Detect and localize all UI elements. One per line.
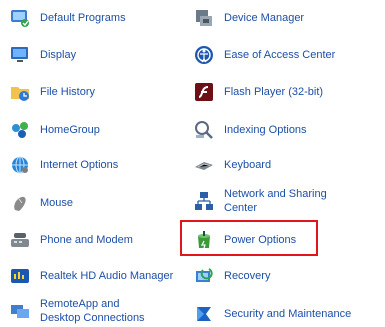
phone-modem-icon bbox=[10, 230, 30, 250]
item-security-maintenance[interactable]: Security and Maintenance bbox=[194, 304, 351, 324]
item-label: Device Manager bbox=[224, 12, 305, 24]
item-label: HomeGroup bbox=[40, 124, 100, 136]
item-label: Display bbox=[40, 49, 77, 61]
item-display[interactable]: Display bbox=[10, 45, 76, 65]
default-programs-icon bbox=[10, 8, 30, 28]
display-icon bbox=[10, 45, 30, 65]
item-ease-of-access[interactable]: Ease of Access Center bbox=[194, 45, 335, 65]
item-label: Indexing Options bbox=[224, 124, 307, 136]
flash-player-icon bbox=[194, 82, 214, 102]
item-label: RemoteApp and Desktop Connections bbox=[40, 298, 145, 324]
item-realtek-audio[interactable]: Realtek HD Audio Manager bbox=[10, 266, 173, 286]
item-internet-options[interactable]: Internet Options bbox=[10, 155, 118, 175]
file-history-icon bbox=[10, 82, 30, 102]
item-label: Network and Sharing Center bbox=[224, 188, 327, 214]
item-file-history[interactable]: File History bbox=[10, 82, 95, 102]
item-label: Recovery bbox=[224, 270, 271, 282]
highlight-box bbox=[180, 220, 318, 256]
item-label: Keyboard bbox=[224, 159, 272, 171]
security-maintenance-icon bbox=[194, 304, 214, 324]
mouse-icon bbox=[10, 193, 30, 213]
item-remoteapp[interactable]: RemoteApp and Desktop Connections bbox=[10, 297, 150, 325]
item-label: File History bbox=[40, 86, 96, 98]
indexing-options-icon bbox=[194, 120, 214, 140]
item-label: Realtek HD Audio Manager bbox=[40, 270, 174, 282]
internet-options-icon bbox=[10, 155, 30, 175]
homegroup-icon bbox=[10, 120, 30, 140]
item-label: Ease of Access Center bbox=[224, 49, 336, 61]
item-phone-modem[interactable]: Phone and Modem bbox=[10, 230, 133, 250]
realtek-audio-icon bbox=[10, 266, 30, 286]
keyboard-icon bbox=[194, 155, 214, 175]
item-homegroup[interactable]: HomeGroup bbox=[10, 120, 100, 140]
item-label: Internet Options bbox=[40, 159, 119, 171]
item-device-manager[interactable]: Device Manager bbox=[194, 8, 304, 28]
item-mouse[interactable]: Mouse bbox=[10, 193, 73, 213]
item-default-programs[interactable]: Default Programs bbox=[10, 8, 126, 28]
item-recovery[interactable]: Recovery bbox=[194, 266, 270, 286]
item-label: Phone and Modem bbox=[40, 234, 133, 246]
item-flash-player[interactable]: Flash Player (32-bit) bbox=[194, 82, 323, 102]
item-label: Security and Maintenance bbox=[224, 308, 352, 320]
network-sharing-icon bbox=[194, 191, 214, 211]
item-label: Mouse bbox=[40, 197, 74, 209]
recovery-icon bbox=[194, 266, 214, 286]
remoteapp-icon bbox=[10, 301, 30, 321]
item-label: Flash Player (32-bit) bbox=[224, 86, 324, 98]
device-manager-icon bbox=[194, 8, 214, 28]
item-label: Default Programs bbox=[40, 12, 126, 24]
item-network-sharing[interactable]: Network and Sharing Center bbox=[194, 187, 334, 215]
item-indexing-options[interactable]: Indexing Options bbox=[194, 120, 307, 140]
item-keyboard[interactable]: Keyboard bbox=[194, 155, 271, 175]
ease-of-access-icon bbox=[194, 45, 214, 65]
